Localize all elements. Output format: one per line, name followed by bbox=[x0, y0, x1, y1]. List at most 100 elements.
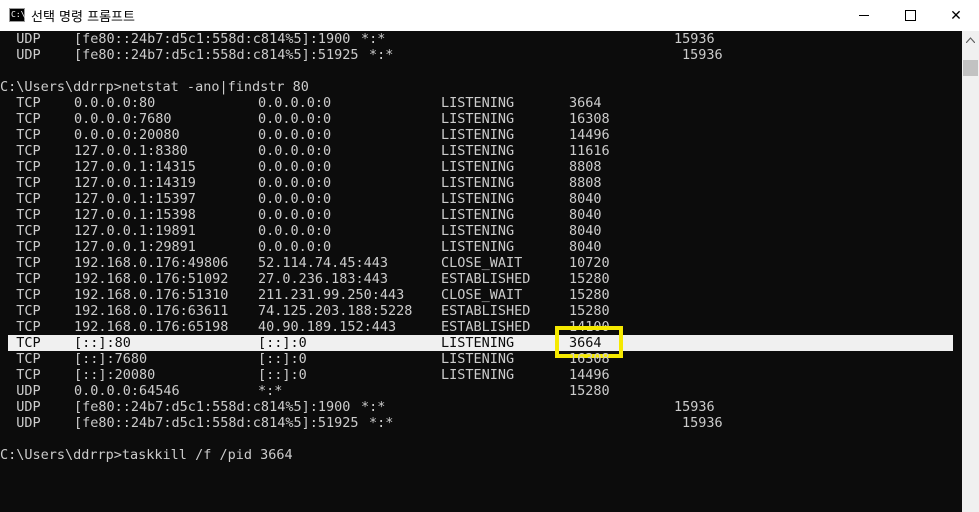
pid-cell: 8040 bbox=[569, 239, 602, 255]
console-output[interactable]: UDP [fe80::24b7:d5c1:558d:c814%5]:1900 *:*… bbox=[0, 31, 962, 512]
foreign-address-cell: [::]:0 bbox=[258, 335, 307, 351]
state-cell: LISTENING bbox=[441, 351, 515, 367]
foreign-address-cell: 0.0.0.0:0 bbox=[258, 175, 332, 191]
pid-cell: 15280 bbox=[569, 287, 610, 303]
foreign-address-cell: 0.0.0.0:0 bbox=[258, 143, 332, 159]
state-cell: LISTENING bbox=[441, 191, 515, 207]
pid-cell: 15280 bbox=[569, 383, 610, 399]
local-address-cell: 127.0.0.1:19891 bbox=[74, 223, 196, 239]
state-cell: LISTENING bbox=[441, 223, 515, 239]
pid-cell: 15936 bbox=[674, 31, 715, 47]
vertical-scrollbar[interactable] bbox=[962, 31, 979, 512]
command-text: C:\Users\ddrrp>netstat -ano|findstr 80 bbox=[0, 79, 309, 95]
protocol-cell: TCP bbox=[0, 95, 41, 111]
protocol-cell: TCP bbox=[0, 367, 41, 383]
local-address-cell: [::]:80 bbox=[74, 335, 131, 351]
foreign-address-cell: 0.0.0.0:0 bbox=[258, 95, 332, 111]
state-cell: ESTABLISHED bbox=[441, 303, 531, 319]
foreign-address-cell: 211.231.99.250:443 bbox=[258, 287, 405, 303]
protocol-cell: TCP bbox=[0, 111, 41, 127]
foreign-address-cell: 0.0.0.0:0 bbox=[258, 223, 332, 239]
protocol-cell: TCP bbox=[0, 127, 41, 143]
local-address-cell: [::]:7680 bbox=[74, 351, 148, 367]
pid-cell: 8040 bbox=[569, 191, 602, 207]
local-address-cell: 127.0.0.1:14315 bbox=[74, 159, 196, 175]
local-address-cell: 192.168.0.176:65198 bbox=[74, 319, 229, 335]
pid-cell: 15280 bbox=[569, 271, 610, 287]
protocol-cell: UDP bbox=[0, 399, 41, 415]
command-prompt-icon: C:\ bbox=[9, 8, 25, 22]
foreign-address-cell: 0.0.0.0:0 bbox=[258, 207, 332, 223]
pid-cell: 15936 bbox=[682, 415, 723, 431]
close-icon: ✕ bbox=[950, 7, 962, 24]
local-address-cell: 127.0.0.1:15398 bbox=[74, 207, 196, 223]
protocol-cell: UDP bbox=[0, 415, 41, 431]
maximize-icon bbox=[904, 10, 916, 21]
pid-cell: 14496 bbox=[569, 127, 610, 143]
protocol-cell: TCP bbox=[0, 319, 41, 335]
foreign-address-cell: 0.0.0.0:0 bbox=[258, 239, 332, 255]
foreign-address-cell: *:* bbox=[369, 47, 394, 63]
local-address-cell: [fe80::24b7:d5c1:558d:c814%5]:51925 bbox=[74, 47, 359, 63]
pid-cell: 15936 bbox=[674, 399, 715, 415]
foreign-address-cell: *:* bbox=[361, 399, 386, 415]
protocol-cell: TCP bbox=[0, 287, 41, 303]
protocol-cell: TCP bbox=[0, 271, 41, 287]
scrollbar-thumb[interactable] bbox=[963, 60, 978, 76]
protocol-cell: TCP bbox=[0, 207, 41, 223]
local-address-cell: 192.168.0.176:49806 bbox=[74, 255, 229, 271]
local-address-cell: 127.0.0.1:15397 bbox=[74, 191, 196, 207]
pid-cell: 16308 bbox=[569, 351, 610, 367]
pid-cell: 8040 bbox=[569, 207, 602, 223]
foreign-address-cell: 27.0.236.183:443 bbox=[258, 271, 389, 287]
local-address-cell: [::]:20080 bbox=[74, 367, 156, 383]
minimize-button[interactable] bbox=[841, 0, 887, 31]
protocol-cell: TCP bbox=[0, 143, 41, 159]
pid-cell: 15280 bbox=[569, 303, 610, 319]
state-cell: ESTABLISHED bbox=[441, 319, 531, 335]
local-address-cell: 0.0.0.0:7680 bbox=[74, 111, 172, 127]
state-cell: LISTENING bbox=[441, 159, 515, 175]
scroll-up-arrow-icon[interactable] bbox=[962, 31, 979, 48]
state-cell: CLOSE_WAIT bbox=[441, 287, 523, 303]
foreign-address-cell: [::]:0 bbox=[258, 367, 307, 383]
pid-cell: 16308 bbox=[569, 111, 610, 127]
pid-cell: 11616 bbox=[569, 143, 610, 159]
local-address-cell: 127.0.0.1:8380 bbox=[74, 143, 188, 159]
local-address-cell: 127.0.0.1:14319 bbox=[74, 175, 196, 191]
pid-cell: 15936 bbox=[682, 47, 723, 63]
local-address-cell: 192.168.0.176:51092 bbox=[74, 271, 229, 287]
maximize-button[interactable] bbox=[887, 0, 933, 31]
minimize-icon bbox=[859, 15, 869, 16]
local-address-cell: [fe80::24b7:d5c1:558d:c814%5]:51925 bbox=[74, 415, 359, 431]
foreign-address-cell: 0.0.0.0:0 bbox=[258, 127, 332, 143]
local-address-cell: 192.168.0.176:63611 bbox=[74, 303, 229, 319]
foreign-address-cell: 40.90.189.152:443 bbox=[258, 319, 397, 335]
protocol-cell: UDP bbox=[0, 383, 41, 399]
protocol-cell: TCP bbox=[0, 175, 41, 191]
protocol-cell: TCP bbox=[0, 351, 41, 367]
state-cell: LISTENING bbox=[441, 175, 515, 191]
pid-cell: 10720 bbox=[569, 255, 610, 271]
foreign-address-cell: 0.0.0.0:0 bbox=[258, 159, 332, 175]
foreign-address-cell: *:* bbox=[369, 415, 394, 431]
foreign-address-cell: *:* bbox=[361, 31, 386, 47]
pid-cell: 14496 bbox=[569, 367, 610, 383]
state-cell: LISTENING bbox=[441, 143, 515, 159]
pid-cell: 8808 bbox=[569, 159, 602, 175]
title-bar: C:\ 선택 명령 프롬프트 ✕ bbox=[0, 0, 979, 32]
command-text: C:\Users\ddrrp>taskkill /f /pid 3664 bbox=[0, 447, 293, 463]
protocol-cell: TCP bbox=[0, 255, 41, 271]
pid-cell: 3664 bbox=[569, 95, 602, 111]
pid-cell: 8040 bbox=[569, 223, 602, 239]
local-address-cell: 0.0.0.0:20080 bbox=[74, 127, 180, 143]
foreign-address-cell: 52.114.74.45:443 bbox=[258, 255, 389, 271]
protocol-cell: TCP bbox=[0, 191, 41, 207]
foreign-address-cell: [::]:0 bbox=[258, 351, 307, 367]
local-address-cell: 0.0.0.0:80 bbox=[74, 95, 156, 111]
local-address-cell: 0.0.0.0:64546 bbox=[74, 383, 180, 399]
state-cell: CLOSE_WAIT bbox=[441, 255, 523, 271]
foreign-address-cell: 0.0.0.0:0 bbox=[258, 111, 332, 127]
state-cell: LISTENING bbox=[441, 111, 515, 127]
close-button[interactable]: ✕ bbox=[933, 0, 979, 31]
